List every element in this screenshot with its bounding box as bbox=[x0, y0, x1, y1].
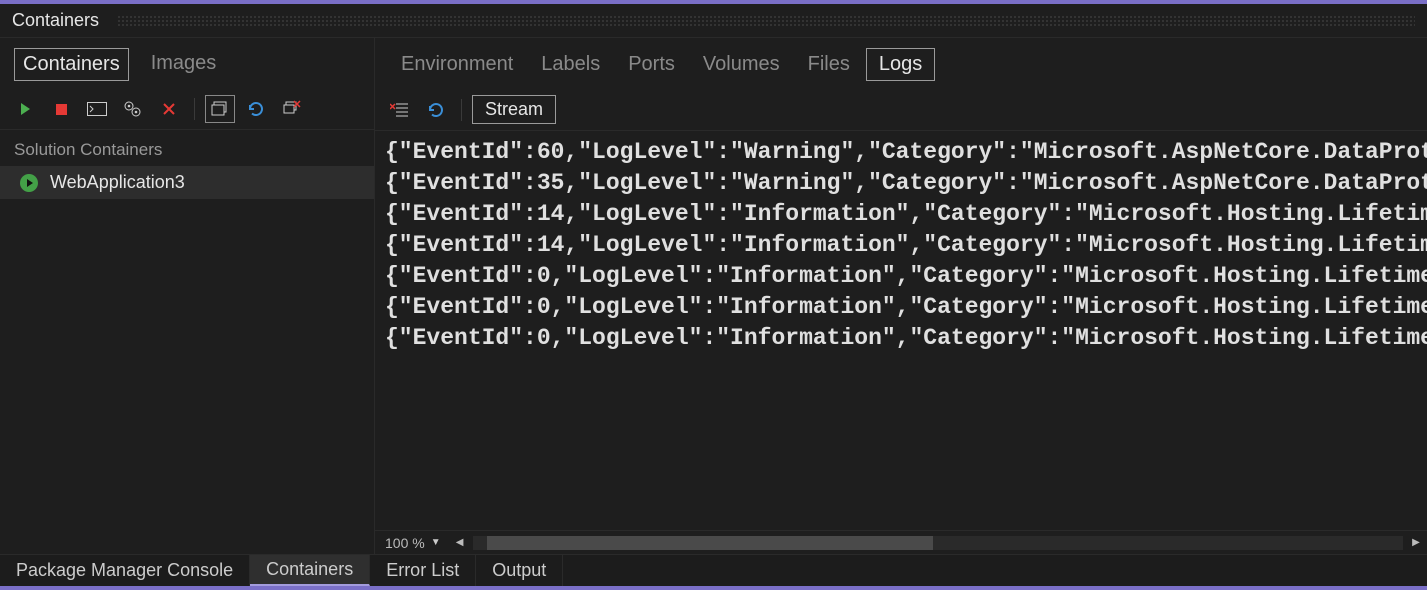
log-line: {"EventId":35,"LogLevel":"Warning","Cate… bbox=[385, 168, 1427, 199]
stream-button[interactable]: Stream bbox=[472, 95, 556, 124]
tab-containers[interactable]: Containers bbox=[14, 48, 129, 81]
toolbar-sep-2 bbox=[461, 99, 462, 121]
log-line: {"EventId":0,"LogLevel":"Information","C… bbox=[385, 261, 1427, 292]
delete-icon[interactable] bbox=[154, 95, 184, 123]
tab-logs[interactable]: Logs bbox=[866, 48, 935, 81]
tab-ports[interactable]: Ports bbox=[616, 49, 687, 80]
bottom-tab-output[interactable]: Output bbox=[476, 555, 563, 586]
refresh-icon[interactable] bbox=[241, 95, 271, 123]
toolbar-sep bbox=[194, 98, 195, 120]
zoom-value: 100 % bbox=[385, 535, 425, 551]
log-line: {"EventId":14,"LogLevel":"Information","… bbox=[385, 230, 1427, 261]
right-pane: Environment Labels Ports Volumes Files L… bbox=[375, 38, 1427, 554]
horizontal-scrollbar[interactable] bbox=[473, 536, 1403, 550]
right-toolbar: Stream bbox=[375, 89, 1427, 131]
left-subtabs: Containers Images bbox=[0, 38, 374, 89]
left-toolbar bbox=[0, 89, 374, 130]
scroll-left-icon[interactable]: ◀ bbox=[453, 536, 467, 550]
clear-log-icon[interactable] bbox=[385, 96, 415, 124]
main-split: Containers Images bbox=[0, 38, 1427, 554]
zoom-dropdown[interactable]: 100 % ▼ bbox=[379, 535, 447, 551]
start-icon[interactable] bbox=[10, 95, 40, 123]
refresh-log-icon[interactable] bbox=[421, 96, 451, 124]
prune-icon[interactable] bbox=[277, 95, 307, 123]
log-line: {"EventId":0,"LogLevel":"Information","C… bbox=[385, 292, 1427, 323]
bottom-tab-containers[interactable]: Containers bbox=[250, 555, 370, 586]
right-tabs: Environment Labels Ports Volumes Files L… bbox=[375, 38, 1427, 89]
tab-environment[interactable]: Environment bbox=[389, 49, 525, 80]
tab-volumes[interactable]: Volumes bbox=[691, 49, 792, 80]
chevron-down-icon: ▼ bbox=[431, 537, 441, 548]
titlebar-grip[interactable] bbox=[117, 15, 1415, 27]
tab-labels[interactable]: Labels bbox=[529, 49, 612, 80]
bottom-tabbar: Package Manager Console Containers Error… bbox=[0, 554, 1427, 590]
scroll-right-icon[interactable]: ▶ bbox=[1409, 536, 1423, 550]
window-icon[interactable] bbox=[205, 95, 235, 123]
tab-files[interactable]: Files bbox=[796, 49, 862, 80]
bottom-tab-pmc[interactable]: Package Manager Console bbox=[0, 555, 250, 586]
scrollbar-thumb[interactable] bbox=[487, 536, 934, 550]
log-line: {"EventId":60,"LogLevel":"Warning","Cate… bbox=[385, 137, 1427, 168]
log-line: {"EventId":0,"LogLevel":"Information","C… bbox=[385, 323, 1427, 354]
settings-icon[interactable] bbox=[118, 95, 148, 123]
log-output[interactable]: {"EventId":60,"LogLevel":"Warning","Cate… bbox=[375, 131, 1427, 530]
left-heading: Solution Containers bbox=[0, 130, 374, 166]
container-name: WebApplication3 bbox=[50, 172, 185, 193]
container-tree-item[interactable]: WebApplication3 bbox=[0, 166, 374, 199]
left-pane: Containers Images bbox=[0, 38, 375, 554]
log-line: {"EventId":14,"LogLevel":"Information","… bbox=[385, 199, 1427, 230]
terminal-icon[interactable] bbox=[82, 95, 112, 123]
zoom-scroll-row: 100 % ▼ ◀ ▶ bbox=[375, 530, 1427, 554]
running-icon bbox=[20, 174, 38, 192]
container-tree: WebApplication3 bbox=[0, 166, 374, 554]
panel-titlebar: Containers bbox=[0, 4, 1427, 38]
tab-images[interactable]: Images bbox=[143, 48, 225, 81]
panel-title: Containers bbox=[12, 10, 99, 31]
bottom-tab-errorlist[interactable]: Error List bbox=[370, 555, 476, 586]
stop-icon[interactable] bbox=[46, 95, 76, 123]
